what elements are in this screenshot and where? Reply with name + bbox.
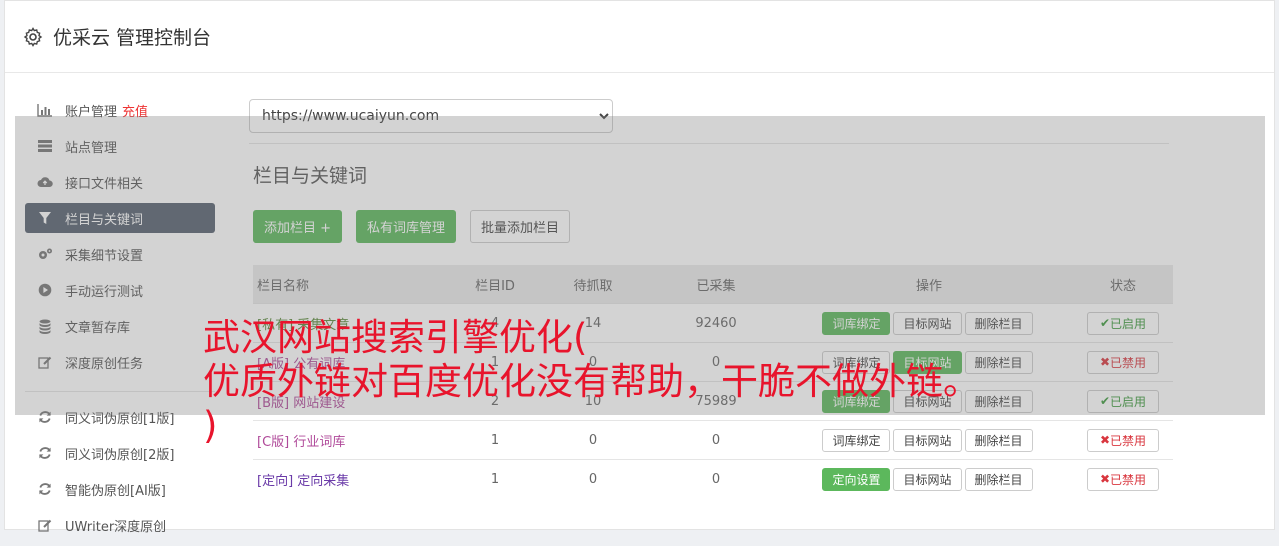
refresh-icon (37, 481, 53, 497)
sidebar-item-label: 同义词伪原创[1版] (65, 411, 175, 427)
console-card: 优采云 管理控制台 账户管理 充值 站点管理 接口文件相关 栏目与关键词 采集细… (4, 0, 1275, 535)
sidebar-item-label: 智能伪原创[AI版] (65, 483, 166, 499)
page-title: 优采云 管理控制台 (53, 27, 212, 49)
col-header-collected: 已采集 (647, 265, 785, 304)
sidebar-item-deep-original[interactable]: 深度原创任务 (25, 347, 215, 377)
sidebar-item-label: 账户管理 (65, 104, 118, 120)
sidebar-item-manual-run[interactable]: 手动运行测试 (25, 275, 215, 305)
private-lib-button[interactable]: 私有词库管理 (356, 210, 457, 243)
status-badge[interactable]: ✖ 已禁用 (1087, 467, 1159, 491)
filter-icon (37, 210, 53, 226)
cloud-upload-icon (37, 174, 53, 190)
sidebar-item-label: 栏目与关键词 (65, 212, 144, 228)
sidebar: 账户管理 充值 站点管理 接口文件相关 栏目与关键词 采集细节设置 手动运行测试… (25, 95, 215, 546)
table-header: 栏目名称 栏目ID 待抓取 已采集 操作 状态 (253, 265, 1173, 304)
database-icon (37, 318, 53, 334)
pending-count[interactable]: 0 (539, 459, 647, 498)
overlay-caption: 武汉网站搜索引擎优化( 优质外链对百度优化没有帮助，干脆不做外链。 ) (203, 316, 1273, 448)
divider (249, 143, 1169, 144)
top-header: 优采云 管理控制台 (5, 1, 1274, 73)
sidebar-item-article-store[interactable]: 文章暂存库 (25, 311, 215, 341)
ops-cell: 定向设置 目标网站 删除栏目 (785, 459, 1073, 498)
column-title: 定向采集 (297, 473, 350, 489)
sidebar-divider (25, 391, 215, 392)
cogs-icon (37, 246, 53, 262)
table-row: [定向] 定向采集 1 0 0 定向设置 目标网站 删除栏目 ✖ 已禁用 (253, 459, 1173, 498)
target-settings-button[interactable]: 定向设置 (822, 467, 891, 491)
column-id: 1 (451, 459, 539, 498)
sidebar-item-label: UWriter深度原创 (65, 519, 167, 535)
sidebar-item-label: 采集细节设置 (65, 248, 144, 264)
gear-icon (23, 26, 43, 47)
sidebar-item-uwriter[interactable]: UWriter深度原创 (25, 510, 215, 540)
sidebar-item-label: 深度原创任务 (65, 356, 144, 372)
col-header-ops: 操作 (785, 265, 1073, 304)
play-circle-icon (37, 282, 53, 298)
status-cell: ✖ 已禁用 (1073, 459, 1173, 498)
action-buttons: 添加栏目 + 私有词库管理 批量添加栏目 (253, 210, 1169, 243)
sidebar-item-label: 接口文件相关 (65, 176, 144, 192)
sidebar-item-label: 手动运行测试 (65, 284, 144, 300)
sidebar-item-label: 文章暂存库 (65, 320, 131, 336)
refresh-icon (37, 409, 53, 425)
section-title: 栏目与关键词 (253, 165, 368, 187)
caption-line-2: 优质外链对百度优化没有帮助，干脆不做外链。 (203, 360, 980, 403)
col-header-pending: 待抓取 (539, 265, 647, 304)
status-label: 已禁用 (1110, 472, 1147, 487)
sidebar-item-account[interactable]: 账户管理 充值 (25, 95, 215, 125)
edit-icon (37, 517, 53, 533)
sidebar-item-ai-original[interactable]: 智能伪原创[AI版] (25, 474, 215, 504)
sidebar-item-collect-settings[interactable]: 采集细节设置 (25, 239, 215, 269)
sidebar-item-label: 站点管理 (65, 140, 118, 156)
bar-chart-icon (37, 102, 53, 118)
edit-icon (37, 354, 53, 370)
sidebar-item-columns[interactable]: 栏目与关键词 (25, 203, 215, 233)
sidebar-item-interface[interactable]: 接口文件相关 (25, 167, 215, 197)
column-prefix: [定向] (257, 473, 294, 489)
site-select[interactable]: https://www.ucaiyun.com (249, 99, 613, 133)
sidebar-item-synonym-v2[interactable]: 同义词伪原创[2版] (25, 438, 215, 468)
col-header-status: 状态 (1073, 265, 1173, 304)
caption-line-1: 武汉网站搜索引擎优化( (203, 316, 588, 359)
sidebar-item-sites[interactable]: 站点管理 (25, 131, 215, 161)
collected-count: 0 (647, 459, 785, 498)
col-header-id: 栏目ID (451, 265, 539, 304)
column-name[interactable]: [定向] 定向采集 (253, 459, 451, 498)
col-header-name: 栏目名称 (253, 265, 451, 304)
caption-line-3: ) (203, 404, 218, 447)
sidebar-item-label: 同义词伪原创[2版] (65, 447, 175, 463)
batch-add-button[interactable]: 批量添加栏目 (470, 210, 571, 243)
delete-column-button[interactable]: 删除栏目 (964, 467, 1033, 491)
sidebar-item-synonym-v1[interactable]: 同义词伪原创[1版] (25, 402, 215, 432)
add-column-button[interactable]: 添加栏目 + (253, 210, 343, 243)
server-icon (37, 138, 53, 154)
target-site-button[interactable]: 目标网站 (893, 467, 962, 491)
refresh-icon (37, 445, 53, 461)
recharge-link[interactable]: 充值 (122, 101, 148, 120)
